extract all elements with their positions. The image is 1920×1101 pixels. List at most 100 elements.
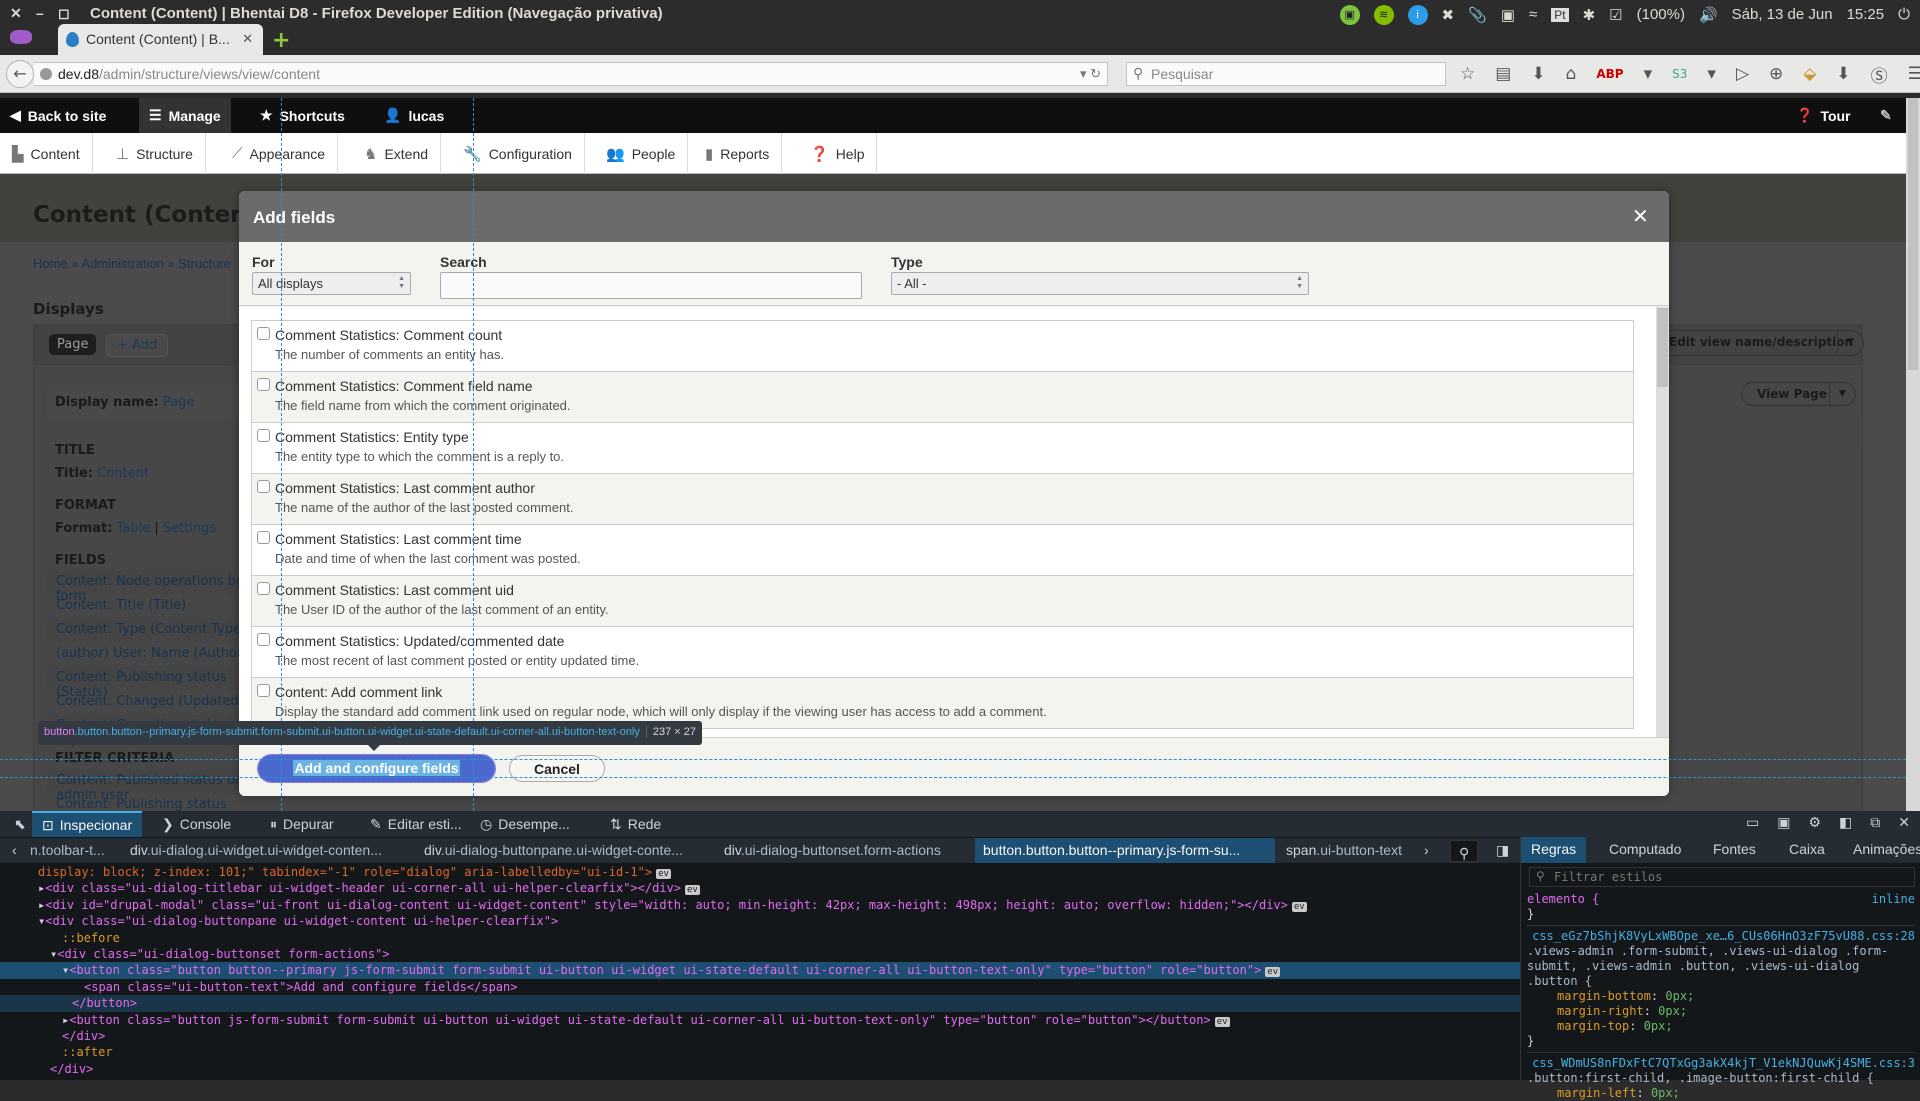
title-value[interactable]: Content <box>97 466 149 481</box>
breadcrumb-node[interactable]: div.ui-dialog-buttonset.form-actions <box>716 838 949 863</box>
undock-icon[interactable]: ⧉ <box>1870 814 1880 831</box>
page-scrollbar-thumb[interactable] <box>1908 98 1918 370</box>
dock-side-icon[interactable]: ◧ <box>1839 814 1852 831</box>
tray-item-configuration[interactable]: 🔧 Configuration <box>451 133 585 174</box>
css-declaration[interactable]: margin-right: 0px; <box>1527 1004 1915 1019</box>
field-checkbox[interactable] <box>257 633 270 646</box>
caret-down-icon[interactable]: ▼ <box>1829 383 1855 405</box>
dialog-scrollbar[interactable] <box>1656 307 1669 737</box>
pick-element-icon[interactable]: ⬉ <box>4 811 36 837</box>
markup-line[interactable]: ▾<div class="ui-dialog-buttonpane ui-wid… <box>0 913 1520 929</box>
toggle-sidebar-icon[interactable]: ◨ <box>1488 838 1517 863</box>
field-option[interactable]: Comment Statistics: Entity type The entit… <box>252 423 1633 474</box>
tab-fonts[interactable]: Fontes <box>1703 837 1766 863</box>
field-option[interactable]: Comment Statistics: Last comment uid The … <box>252 576 1633 627</box>
search-bar[interactable]: ⚲ Pesquisar <box>1126 62 1446 86</box>
back-button[interactable]: ← <box>6 60 34 88</box>
markup-line[interactable]: </button> <box>0 995 1520 1012</box>
page-scrollbar[interactable] <box>1906 98 1920 811</box>
new-tab-button[interactable]: + <box>272 28 290 53</box>
power-menu-icon[interactable]: ⏻ <box>1898 6 1910 23</box>
tab-debugger[interactable]: ⏸ Depurar <box>260 811 344 837</box>
field-option[interactable]: Comment Statistics: Updated/commented da… <box>252 627 1633 678</box>
display-name-value[interactable]: Page <box>163 395 194 410</box>
tab-rules[interactable]: Regras <box>1521 837 1587 863</box>
paperclip-icon[interactable]: 📎 <box>1468 6 1487 24</box>
field-checkbox[interactable] <box>257 480 270 493</box>
s-extension-icon[interactable]: Ⓢ <box>1871 62 1888 87</box>
css-declaration[interactable]: margin-top: 0px; <box>1527 1019 1915 1034</box>
field-checkbox[interactable] <box>257 378 270 391</box>
search-input[interactable] <box>440 272 862 299</box>
tour-button[interactable]: ❓ Tour <box>1786 98 1861 133</box>
breadcrumb-node[interactable]: div.ui-dialog.ui-widget.ui-widget-conten… <box>122 838 390 863</box>
tab-performance[interactable]: ◷ Desempe... <box>470 811 580 837</box>
spotify-icon[interactable]: ≋ <box>1373 4 1394 25</box>
web-developer-icon[interactable]: ⊕ <box>1769 64 1783 84</box>
package-icon[interactable]: ⬙ <box>1803 64 1816 84</box>
reload-icon[interactable]: ▾ ↻ <box>1080 66 1101 82</box>
markup-line[interactable]: </div> <box>0 1028 1520 1044</box>
edit-pencil-icon[interactable]: ✎ <box>1870 98 1902 133</box>
markup-line[interactable]: ::after <box>0 1044 1520 1060</box>
tray-item-help[interactable]: ❓ Help <box>798 133 878 174</box>
cpu-icon[interactable]: ▣ <box>1501 6 1515 24</box>
search-html-icon[interactable]: ⚲ <box>1450 840 1479 862</box>
markup-line[interactable]: ▸<div class="ui-dialog-titlebar ui-widge… <box>0 880 1520 896</box>
dropbox-icon[interactable]: ✖ <box>1442 6 1455 24</box>
field-option[interactable]: Comment Statistics: Comment field name Th… <box>252 372 1633 423</box>
field-option[interactable]: Comment Statistics: Comment count The num… <box>252 321 1633 372</box>
shortcuts-tab[interactable]: ★ Shortcuts <box>250 98 355 133</box>
wifi-icon[interactable]: ≈ <box>1529 6 1537 23</box>
close-tab-icon[interactable]: ✕ <box>242 31 253 47</box>
dropdown-arrow-icon[interactable]: ▾ <box>1644 64 1653 84</box>
markup-line[interactable]: display: block; z-index: 101;" tabindex=… <box>0 864 1520 880</box>
field-checkbox[interactable] <box>257 684 270 697</box>
breadcrumb-node-selected[interactable]: button.button.button--primary.js-form-su… <box>975 838 1275 863</box>
menu-icon[interactable]: ☰ <box>1908 64 1920 84</box>
field-checkbox[interactable] <box>257 582 270 595</box>
network-indicator-icon[interactable]: i <box>1407 4 1428 25</box>
site-identity-icon[interactable] <box>40 68 52 80</box>
field-option[interactable]: Comment Statistics: Last comment time Dat… <box>252 525 1633 576</box>
add-display-button[interactable]: + Add <box>106 334 169 357</box>
maximize-window-icon[interactable]: ◻ <box>58 5 70 22</box>
screen-app-icon[interactable]: ▣ <box>1339 4 1360 25</box>
markup-line[interactable]: ▸<div id="drupal-modal" class="ui-front … <box>0 897 1520 913</box>
dialog-scrollbar-thumb[interactable] <box>1657 308 1668 387</box>
tray-item-content[interactable]: ▙ Content <box>0 133 93 174</box>
tray-item-people[interactable]: 👥 People <box>594 133 689 174</box>
bluetooth-icon[interactable]: ✱ <box>1583 6 1596 24</box>
markup-line-selected[interactable]: ▾<button class="button button--primary j… <box>0 962 1520 979</box>
caret-down-icon[interactable]: ▼ <box>1837 331 1863 355</box>
field-checkbox[interactable] <box>257 429 270 442</box>
tab-inspector[interactable]: ⊡ Inspecionar <box>32 811 143 837</box>
close-icon[interactable]: ✕ <box>1632 204 1649 228</box>
tab-style-editor[interactable]: ✎ Editar esti... <box>360 811 472 837</box>
breadcrumb[interactable]: Home » Administration » Structure <box>33 256 231 271</box>
field-checkbox[interactable] <box>257 327 270 340</box>
filter-styles-input[interactable]: ⚲ Filtrar estilos <box>1529 867 1915 887</box>
browser-tab[interactable]: Content (Content) | B... ✕ <box>58 24 263 55</box>
s3-extension-icon[interactable]: S3 <box>1672 67 1687 81</box>
event-badge[interactable]: ev <box>1214 1016 1230 1027</box>
tab-animations[interactable]: Animações <box>1843 837 1920 863</box>
minimize-window-icon[interactable]: – <box>36 5 44 21</box>
type-select[interactable]: - All - ▲ ▼ <box>891 272 1309 295</box>
css-declaration[interactable]: margin-left: 0px; <box>1527 1086 1915 1101</box>
field-option[interactable]: Comment Statistics: Last comment author T… <box>252 474 1633 525</box>
tray-item-structure[interactable]: ⊥ Structure <box>104 133 206 174</box>
css-declaration[interactable]: margin-bottom: 0px; <box>1527 989 1915 1004</box>
breadcrumb-node[interactable]: div.ui-dialog-buttonpane.ui-widget-conte… <box>416 838 691 863</box>
field-checkbox[interactable] <box>257 531 270 544</box>
format-value[interactable]: Table <box>117 521 151 536</box>
markup-line[interactable]: <span class="ui-button-text">Add and con… <box>0 979 1520 995</box>
keyboard-layout[interactable]: Pt <box>1551 7 1569 22</box>
markup-line[interactable]: ▸<button class="button js-form-submit fo… <box>0 1012 1520 1028</box>
markup-line[interactable]: ::before <box>0 930 1520 946</box>
event-badge[interactable]: ev <box>1265 967 1281 978</box>
play-icon[interactable]: ▷ <box>1736 64 1749 84</box>
breadcrumb-node[interactable]: n.toolbar-t... <box>22 838 113 863</box>
rule-source-link[interactable]: css_WDmUS8nFDxFtC7QTxGg3akX4kjT_V1ekNJQu… <box>1527 1056 1915 1071</box>
tab-network[interactable]: ⇅ Rede <box>600 811 671 837</box>
